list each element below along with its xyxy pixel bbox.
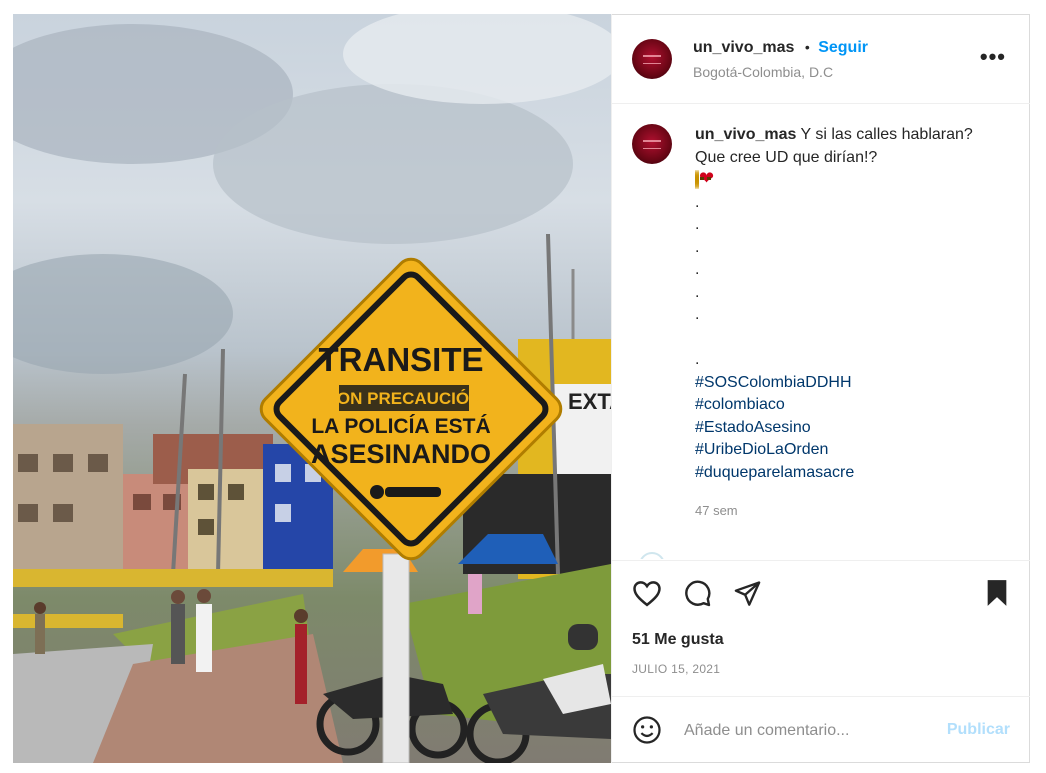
- follow-button[interactable]: Seguir: [818, 39, 868, 56]
- comment-bar: Publicar: [612, 696, 1030, 764]
- sign-line-1: TRANSITE: [319, 341, 484, 378]
- caption-area: un_vivo_mas Y si las calles hablaran? Qu…: [612, 104, 1030, 559]
- post-actions: 51 Me gusta JULIO 15, 2021: [612, 560, 1030, 697]
- hashtag-link[interactable]: #EstadoAsesino: [695, 417, 1005, 440]
- caption-dot: .: [695, 238, 700, 256]
- like-heart-icon[interactable]: [632, 579, 662, 612]
- hashtag-link[interactable]: #UribeDioLaOrden: [695, 439, 1005, 462]
- publish-button[interactable]: Publicar: [947, 721, 1010, 739]
- post-date[interactable]: JULIO 15, 2021: [632, 662, 720, 676]
- avatar[interactable]: [632, 39, 672, 79]
- caption-line-2: Que cree UD que dirían!?: [695, 148, 878, 166]
- street-photo: EXTA: [13, 14, 611, 763]
- caption-dot: .: [695, 351, 700, 368]
- caption-dot: .: [695, 306, 700, 323]
- hashtag-link[interactable]: #duqueparelamasacre: [695, 462, 1005, 485]
- post-image[interactable]: EXTA: [13, 14, 611, 763]
- caption-avatar[interactable]: [632, 124, 672, 164]
- share-paper-plane-icon[interactable]: [733, 579, 762, 612]
- header-username[interactable]: un_vivo_mas: [693, 39, 794, 56]
- caption-dot: .: [695, 261, 700, 278]
- more-options-icon[interactable]: •••: [980, 46, 1006, 68]
- emoji-smiley-icon[interactable]: [632, 715, 662, 750]
- header-row: un_vivo_mas • Seguir: [693, 39, 868, 57]
- caption-dot: .: [695, 216, 700, 233]
- caption-blank: [695, 327, 1005, 350]
- comment-input[interactable]: [682, 717, 936, 745]
- caption-timestamp[interactable]: 47 sem: [695, 503, 738, 518]
- like-count[interactable]: 51 Me gusta: [632, 631, 724, 649]
- body-silhouette-icon: [370, 485, 441, 499]
- post-sidebar: un_vivo_mas • Seguir Bogotá-Colombia, D.…: [611, 14, 1030, 763]
- hashtag-link[interactable]: #SOSColombiaDDHH: [695, 372, 1005, 395]
- caption-dot: .: [695, 283, 700, 301]
- caption-dot: .: [695, 193, 700, 211]
- caption-line-1: Y si las calles hablaran?: [800, 126, 973, 143]
- location-link[interactable]: Bogotá-Colombia, D.C: [693, 64, 833, 80]
- hashtag-link[interactable]: #colombiaco: [695, 394, 1005, 417]
- sign-line-2: CON PRECAUCIÓN: [325, 389, 482, 408]
- separator-dot: •: [804, 39, 810, 55]
- neutral-face-icon: [697, 170, 699, 189]
- post-header: un_vivo_mas • Seguir Bogotá-Colombia, D.…: [612, 14, 1030, 104]
- caption-emojis: ❤: [695, 169, 1005, 192]
- save-bookmark-icon[interactable]: [985, 579, 1009, 612]
- sign-line-4: ASESINANDO: [311, 439, 491, 469]
- caption-text: un_vivo_mas Y si las calles hablaran? Qu…: [695, 124, 1005, 484]
- comment-bubble-icon[interactable]: [683, 579, 712, 613]
- sign-line-3: LA POLICÍA ESTÁ: [311, 415, 490, 438]
- next-comment-avatar[interactable]: [639, 552, 665, 559]
- billboard-text: EXTA: [568, 389, 611, 414]
- caption-username[interactable]: un_vivo_mas: [695, 126, 796, 143]
